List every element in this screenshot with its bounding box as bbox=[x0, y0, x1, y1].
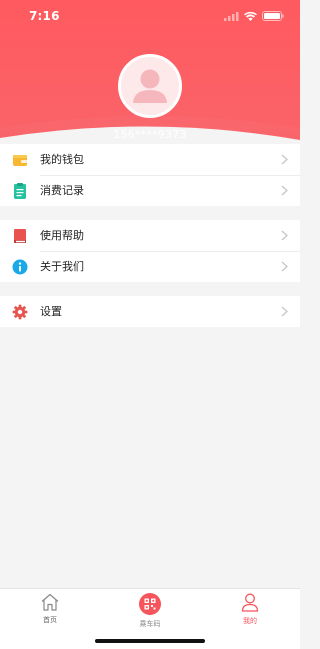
info-icon bbox=[12, 259, 28, 275]
phone-number: 156****9373 bbox=[113, 128, 187, 141]
qr-code-icon bbox=[139, 593, 161, 615]
menu-item-records[interactable]: 消费记录 bbox=[0, 175, 300, 206]
status-time: 7:16 bbox=[29, 9, 60, 23]
menu-item-wallet[interactable]: 我的钱包 bbox=[0, 144, 300, 175]
help-book-icon bbox=[14, 229, 26, 243]
avatar-person-icon bbox=[133, 69, 167, 103]
menu-item-label: 关于我们 bbox=[40, 260, 84, 273]
settings-gear-icon bbox=[12, 304, 28, 320]
user-icon bbox=[241, 593, 259, 612]
menu-group-2: 使用帮助 关于我们 bbox=[0, 220, 300, 282]
menu-group-1: 我的钱包 消费记录 bbox=[0, 144, 300, 206]
home-icon bbox=[41, 593, 59, 611]
menu-group-3: 设置 bbox=[0, 296, 300, 327]
tab-qr-code[interactable]: 乘车码 bbox=[120, 593, 180, 629]
battery-icon bbox=[262, 11, 284, 21]
menu-item-label: 设置 bbox=[40, 305, 62, 318]
tab-label: 我的 bbox=[243, 617, 257, 625]
chevron-right-icon bbox=[281, 261, 288, 272]
tab-label: 乘车码 bbox=[139, 620, 161, 628]
tab-home[interactable]: 首页 bbox=[20, 593, 80, 625]
home-indicator bbox=[95, 639, 205, 643]
wifi-icon bbox=[244, 11, 257, 21]
signal-icon bbox=[224, 11, 239, 21]
menu-item-about[interactable]: 关于我们 bbox=[0, 251, 300, 282]
record-icon bbox=[14, 183, 26, 199]
chevron-right-icon bbox=[281, 185, 288, 196]
menu-item-label: 消费记录 bbox=[40, 184, 84, 197]
avatar[interactable] bbox=[118, 54, 182, 118]
menu-item-settings[interactable]: 设置 bbox=[0, 296, 300, 327]
chevron-right-icon bbox=[281, 154, 288, 165]
wallet-icon bbox=[13, 155, 27, 166]
tab-label: 首页 bbox=[43, 616, 57, 624]
chevron-right-icon bbox=[281, 230, 288, 241]
menu-item-label: 使用帮助 bbox=[40, 229, 84, 242]
chevron-right-icon bbox=[281, 306, 288, 317]
status-bar: 7:16 bbox=[0, 0, 300, 32]
menu-item-help[interactable]: 使用帮助 bbox=[0, 220, 300, 251]
tab-mine[interactable]: 我的 bbox=[220, 593, 280, 626]
menu-item-label: 我的钱包 bbox=[40, 153, 84, 166]
